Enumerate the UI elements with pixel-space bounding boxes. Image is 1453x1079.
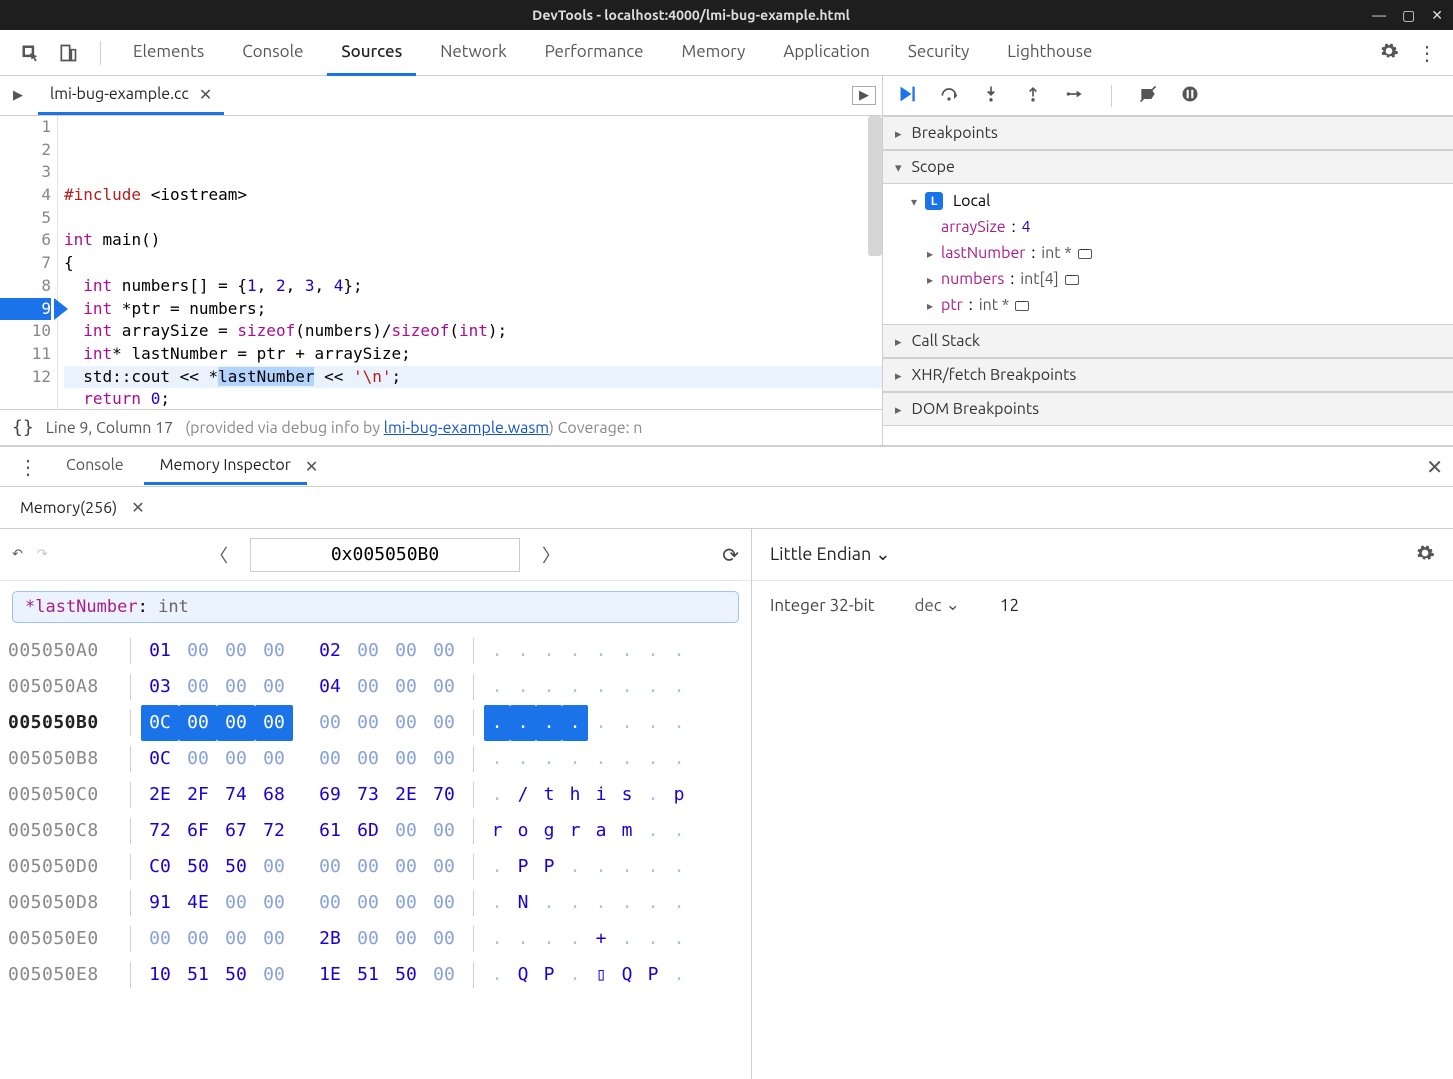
code-editor[interactable]: 123456789101112 #include <iostream>int m…: [0, 116, 882, 409]
tab-memory[interactable]: Memory: [668, 30, 760, 76]
pause-exceptions-icon[interactable]: [1180, 84, 1200, 107]
local-badge-icon: L: [925, 192, 943, 210]
chevron-down-icon: ⌄: [946, 595, 960, 615]
settings-icon[interactable]: [1379, 41, 1399, 65]
hex-row[interactable]: 005050B80C00000000000000........: [8, 741, 743, 777]
prev-page-icon[interactable]: 〈: [202, 542, 236, 568]
undo-icon[interactable]: ↶: [12, 547, 23, 562]
close-icon[interactable]: ✕: [199, 85, 212, 104]
drawer-kebab-icon[interactable]: ⋮: [10, 455, 46, 479]
format-select[interactable]: dec⌄: [914, 595, 959, 615]
hex-row[interactable]: 005050A80300000004000000........: [8, 669, 743, 705]
show-navigator-icon[interactable]: ▶: [6, 88, 30, 103]
hex-row[interactable]: 005050E0000000002B000000....+...: [8, 921, 743, 957]
resume-small-icon[interactable]: ▶: [852, 86, 876, 105]
var-ptr[interactable]: ptr:int *: [911, 292, 1443, 318]
file-tab-name: lmi-bug-example.cc: [50, 85, 189, 103]
scope-body: LLocal arraySize:4 lastNumber:int * numb…: [883, 184, 1453, 324]
interp-type: Integer 32-bit: [770, 596, 874, 615]
step-out-icon[interactable]: [1023, 84, 1043, 107]
var-numbers[interactable]: numbers:int[4]: [911, 266, 1443, 292]
hex-row[interactable]: 005050B00C00000000000000........: [8, 705, 743, 741]
redo-icon: ↷: [37, 547, 48, 562]
hex-viewer: ↶ ↷ 〈 〉 ⟳ *lastNumber: int 005050A001000…: [0, 529, 752, 1079]
kebab-icon[interactable]: ⋮: [1417, 41, 1437, 65]
step-icon[interactable]: [1065, 84, 1085, 107]
hex-row[interactable]: 005050C02E2F746869732E70./this.p: [8, 777, 743, 813]
devtools-main-tabs: Elements Console Sources Network Perform…: [0, 30, 1453, 76]
drawer-tab-memory-inspector[interactable]: Memory Inspector: [144, 448, 307, 485]
tab-performance[interactable]: Performance: [531, 30, 658, 76]
memory-tab[interactable]: Memory(256): [6, 491, 131, 525]
inspect-icon[interactable]: [16, 39, 44, 67]
endianness-select[interactable]: Little Endian ⌄: [770, 544, 891, 565]
callstack-section[interactable]: Call Stack: [883, 324, 1453, 358]
breakpoints-section[interactable]: Breakpoints: [883, 116, 1453, 150]
tab-console[interactable]: Console: [228, 30, 317, 76]
tab-elements[interactable]: Elements: [119, 30, 218, 76]
scope-local[interactable]: LLocal: [911, 188, 1443, 214]
file-tab[interactable]: lmi-bug-example.cc ✕: [38, 77, 224, 115]
tab-network[interactable]: Network: [426, 30, 520, 76]
wasm-link[interactable]: lmi-bug-example.wasm: [384, 419, 549, 437]
memory-icon[interactable]: [1065, 275, 1079, 285]
source-panel: ▶ lmi-bug-example.cc ✕ ▶ 123456789101112…: [0, 76, 883, 445]
window-titlebar: DevTools - localhost:4000/lmi-bug-exampl…: [0, 0, 1453, 30]
value-interpreter: Little Endian ⌄ Integer 32-bit dec⌄ 12: [752, 529, 1453, 1079]
var-arraySize[interactable]: arraySize:4: [911, 214, 1443, 240]
close-icon[interactable]: ✕: [131, 498, 144, 517]
window-close-icon[interactable]: ✕: [1431, 7, 1443, 24]
xhr-section[interactable]: XHR/fetch Breakpoints: [883, 358, 1453, 392]
address-input[interactable]: [250, 538, 520, 572]
highlight-chip[interactable]: *lastNumber: int: [12, 591, 739, 623]
cursor-position: Line 9, Column 17: [46, 419, 173, 437]
hex-row[interactable]: 005050C8726F6772616D0000rogram..: [8, 813, 743, 849]
settings-icon[interactable]: [1415, 543, 1435, 567]
window-maximize-icon[interactable]: ▢: [1402, 7, 1415, 24]
drawer-tab-console[interactable]: Console: [50, 448, 140, 485]
hex-row[interactable]: 005050E8105150001E515000.QP.▯QP.: [8, 957, 743, 993]
chevron-down-icon: ⌄: [875, 544, 890, 564]
next-page-icon[interactable]: 〉: [534, 542, 568, 568]
hex-row[interactable]: 005050D8914E000000000000.N......: [8, 885, 743, 921]
close-icon[interactable]: ✕: [305, 457, 318, 476]
var-lastNumber[interactable]: lastNumber:int *: [911, 240, 1443, 266]
tab-application[interactable]: Application: [769, 30, 884, 76]
scope-section[interactable]: Scope: [883, 150, 1453, 184]
braces-icon[interactable]: {}: [12, 417, 34, 438]
hex-row[interactable]: 005050A00100000002000000........: [8, 633, 743, 669]
scrollbar[interactable]: [868, 116, 882, 256]
dom-section[interactable]: DOM Breakpoints: [883, 392, 1453, 426]
resume-icon[interactable]: [895, 83, 917, 108]
window-title: DevTools - localhost:4000/lmi-bug-exampl…: [10, 7, 1372, 23]
refresh-icon[interactable]: ⟳: [722, 543, 739, 567]
step-over-icon[interactable]: [939, 84, 959, 107]
hex-row[interactable]: 005050D0C050500000000000.PP.....: [8, 849, 743, 885]
drawer: ⋮ Console Memory Inspector ✕ ✕ Memory(25…: [0, 446, 1453, 1079]
close-drawer-icon[interactable]: ✕: [1426, 455, 1443, 479]
device-icon[interactable]: [54, 39, 82, 67]
step-into-icon[interactable]: [981, 84, 1001, 107]
memory-icon[interactable]: [1078, 249, 1092, 259]
tab-security[interactable]: Security: [894, 30, 983, 76]
editor-status: {} Line 9, Column 17 (provided via debug…: [0, 409, 882, 445]
interp-value: 12: [1000, 596, 1019, 615]
memory-icon[interactable]: [1015, 301, 1029, 311]
deactivate-breakpoints-icon[interactable]: [1138, 84, 1158, 107]
tab-sources[interactable]: Sources: [327, 30, 416, 76]
tab-lighthouse[interactable]: Lighthouse: [993, 30, 1106, 76]
window-minimize-icon[interactable]: —: [1372, 7, 1386, 24]
debugger-panel: Breakpoints Scope LLocal arraySize:4 las…: [883, 76, 1453, 445]
